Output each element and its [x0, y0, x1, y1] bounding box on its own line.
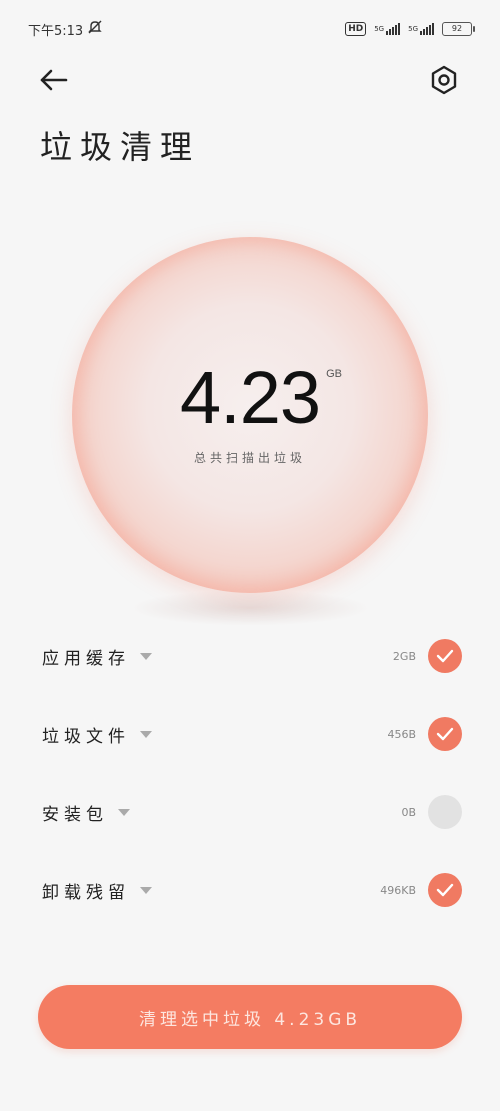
summary-value-group: 4.23 GB [179, 356, 342, 439]
battery-icon: 92 [442, 22, 475, 36]
chevron-down-icon[interactable] [140, 652, 152, 660]
status-left: 下午5:13 [28, 20, 103, 39]
check-icon [436, 649, 454, 663]
status-bar: 下午5:13 HD 5G 5G 92 [0, 0, 500, 58]
network-type-1: 5G [374, 25, 385, 33]
summary-caption: 总共扫描出垃圾 [193, 451, 306, 465]
hd-badge: HD [345, 22, 367, 36]
junk-category-list: 应用缓存 2GB 垃圾文件 456B 安装包 0B 卸载残留 496KB [0, 617, 500, 929]
status-right: HD 5G 5G 92 [345, 22, 475, 36]
signal-icon-2 [420, 23, 434, 35]
clean-selected-button[interactable]: 清理选中垃圾 4.23GB [38, 985, 462, 1049]
item-size: 496KB [380, 883, 416, 897]
mute-icon [87, 20, 103, 38]
summary-orb: 4.23 GB 总共扫描出垃圾 [72, 237, 428, 593]
item-label: 应用缓存 [42, 648, 130, 669]
summary-unit: GB [326, 368, 343, 380]
item-label: 卸载残留 [42, 882, 130, 903]
gear-icon [431, 65, 457, 95]
item-label: 垃圾文件 [42, 726, 130, 747]
list-item-app-cache[interactable]: 应用缓存 2GB [0, 617, 500, 695]
list-item-uninstall-residue[interactable]: 卸载残留 496KB [0, 851, 500, 929]
check-icon [436, 883, 454, 897]
item-size: 0B [401, 805, 416, 819]
arrow-left-icon [40, 69, 68, 91]
item-label: 安装包 [42, 804, 108, 825]
checkbox-uninstall-residue[interactable] [428, 873, 462, 907]
check-icon [436, 727, 454, 741]
status-time: 下午5:13 [28, 23, 84, 39]
item-size: 456B [387, 727, 416, 741]
settings-button[interactable] [426, 62, 462, 98]
chevron-down-icon[interactable] [118, 808, 130, 816]
chevron-down-icon[interactable] [140, 886, 152, 894]
list-item-install-packages[interactable]: 安装包 0B [0, 773, 500, 851]
chevron-down-icon[interactable] [140, 730, 152, 738]
back-button[interactable] [36, 62, 72, 98]
summary-value: 4.23 [179, 356, 321, 439]
network-type-2: 5G [408, 25, 418, 33]
signal-icon [386, 23, 401, 35]
summary-value-wrap: 4.23 GB [72, 355, 428, 440]
list-item-junk-files[interactable]: 垃圾文件 456B [0, 695, 500, 773]
checkbox-install-packages[interactable] [428, 795, 462, 829]
checkbox-junk-files[interactable] [428, 717, 462, 751]
item-size: 2GB [392, 649, 416, 663]
checkbox-app-cache[interactable] [428, 639, 462, 673]
page-title: 垃圾清理 [40, 128, 201, 166]
